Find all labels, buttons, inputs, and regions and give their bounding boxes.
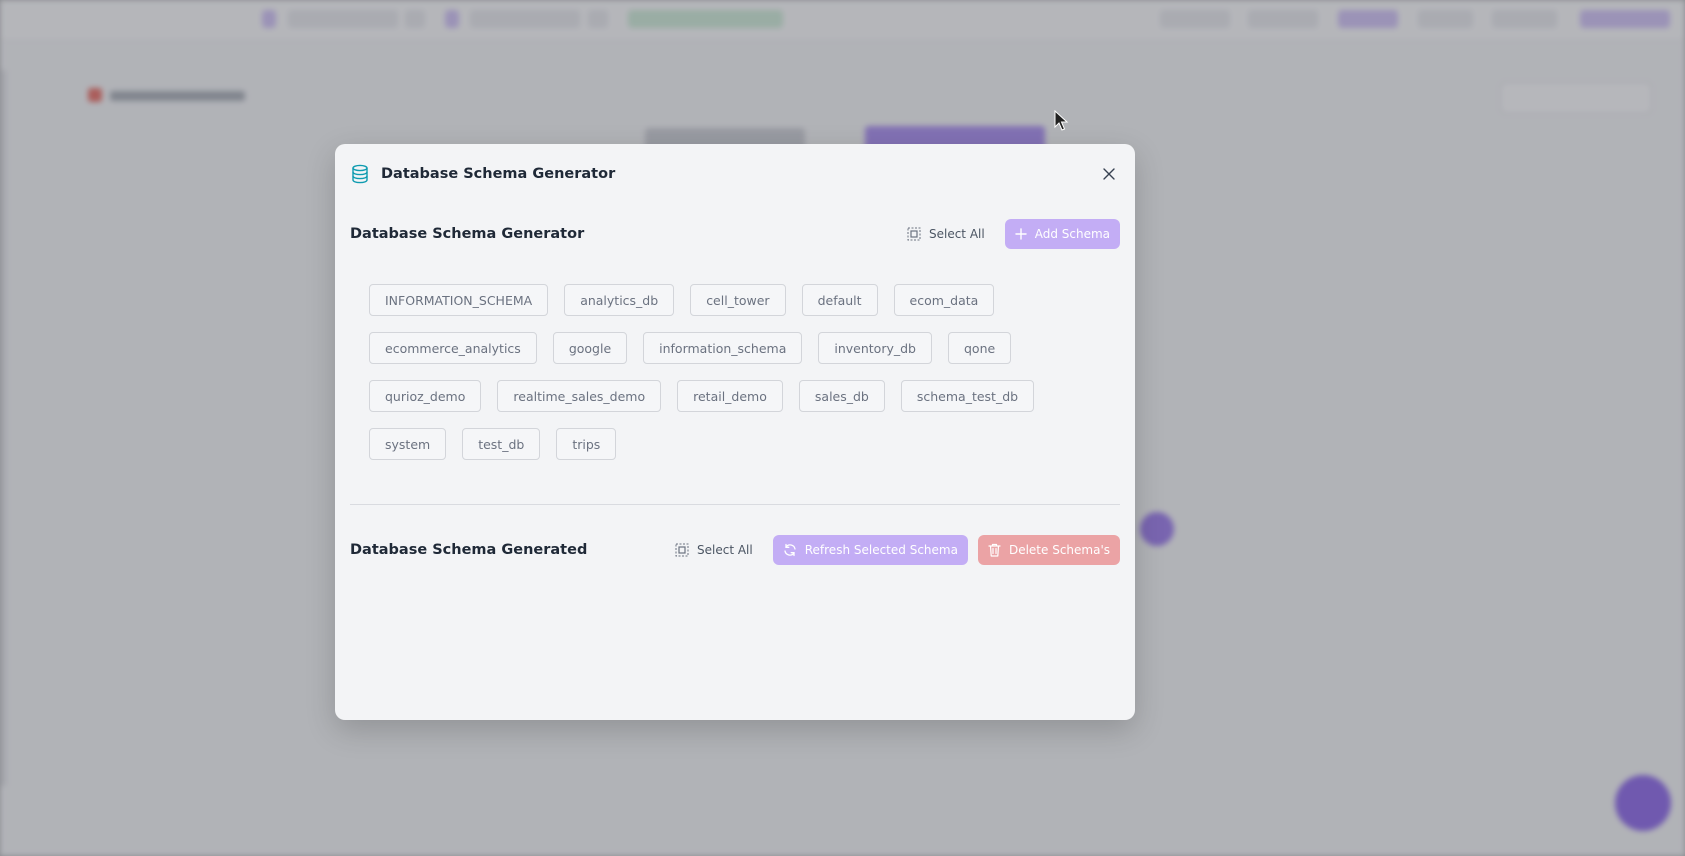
schema-chip-row: ecommerce_analytics google information_sch…	[369, 332, 1089, 364]
generator-section-title: Database Schema Generator	[350, 226, 585, 242]
schema-chip[interactable]: information_schema	[643, 332, 803, 364]
add-schema-label: Add Schema	[1034, 227, 1110, 241]
generated-select-all-button[interactable]: Select All	[675, 543, 753, 557]
schema-chip[interactable]: cell_tower	[690, 284, 786, 316]
schema-chip-row: qurioz_demo realtime_sales_demo retail_dem…	[369, 380, 1089, 412]
modal-title: Database Schema Generator	[381, 166, 616, 182]
schema-chip[interactable]: default	[801, 284, 878, 316]
section-divider	[350, 504, 1120, 505]
schema-chip[interactable]: ecommerce_analytics	[369, 332, 537, 364]
refresh-selected-schema-button[interactable]: Refresh Selected Schema	[772, 535, 968, 565]
schema-chip[interactable]: retail_demo	[677, 380, 783, 412]
generator-section-header: Database Schema Generator Select All Add…	[350, 219, 1120, 249]
schema-chip[interactable]: analytics_db	[564, 284, 675, 316]
generated-section-title: Database Schema Generated	[350, 542, 588, 558]
schema-generator-modal: Database Schema Generator Database Schem…	[335, 144, 1135, 720]
schema-chip[interactable]: inventory_db	[818, 332, 932, 364]
schema-chip-list: INFORMATION_SCHEMA analytics_db cell_tower…	[369, 284, 1089, 476]
generator-select-all-button[interactable]: Select All	[907, 227, 985, 241]
refresh-selected-schema-label: Refresh Selected Schema	[804, 543, 958, 557]
close-icon	[1103, 168, 1115, 180]
delete-schemas-button[interactable]: Delete Schema's	[977, 535, 1120, 565]
select-all-icon	[675, 543, 689, 557]
schema-chip[interactable]: google	[552, 332, 628, 364]
schema-chip[interactable]: system	[369, 428, 447, 460]
generator-select-all-label: Select All	[928, 227, 985, 241]
schema-chip[interactable]: sales_db	[798, 380, 885, 412]
database-icon	[352, 164, 368, 184]
trash-icon	[988, 543, 1001, 557]
schema-chip[interactable]: schema_test_db	[900, 380, 1035, 412]
schema-chip[interactable]: ecom_data	[893, 284, 995, 316]
schema-chip[interactable]: qone	[948, 332, 1012, 364]
mouse-cursor-icon	[1054, 110, 1069, 131]
schema-chip[interactable]: trips	[556, 428, 617, 460]
schema-chip-row: INFORMATION_SCHEMA analytics_db cell_tower…	[369, 284, 1089, 316]
generated-select-all-label: Select All	[697, 543, 753, 557]
schema-chip[interactable]: qurioz_demo	[369, 380, 482, 412]
plus-icon	[1015, 228, 1027, 240]
schema-chip[interactable]: INFORMATION_SCHEMA	[369, 284, 549, 316]
schema-chip-row: system test_db trips	[369, 428, 1089, 460]
add-schema-button[interactable]: Add Schema	[1004, 219, 1120, 249]
generated-section-header: Database Schema Generated Select All Ref…	[350, 535, 1120, 565]
refresh-icon	[784, 543, 796, 557]
delete-schemas-label: Delete Schema's	[1008, 543, 1110, 557]
modal-header: Database Schema Generator	[351, 162, 1119, 186]
select-all-icon	[907, 227, 921, 241]
close-button[interactable]	[1099, 164, 1119, 184]
schema-chip[interactable]: realtime_sales_demo	[497, 380, 662, 412]
schema-chip[interactable]: test_db	[462, 428, 541, 460]
